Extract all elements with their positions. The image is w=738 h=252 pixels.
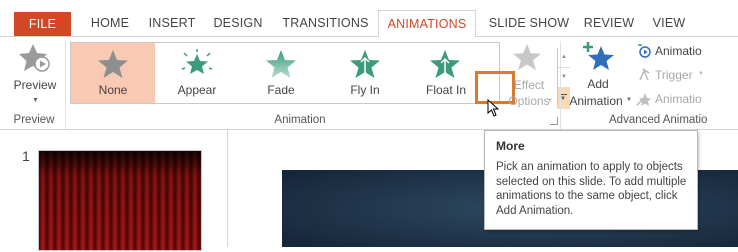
slide-number: 1 [22, 148, 30, 164]
curtain-thumbnail-image [39, 151, 201, 250]
group-label-advanced-animation: Advanced Animatio [609, 114, 708, 126]
tab-slide-show[interactable]: SLIDE SHOW [484, 10, 574, 36]
chevron-down-icon: ▼ [698, 71, 704, 77]
gallery-item-label: Fly In [350, 83, 380, 97]
star-fade-icon [266, 50, 296, 78]
ribbon: Preview ▼ Preview None Appear Fade Fly I… [0, 37, 738, 130]
dialog-launcher-icon[interactable] [550, 117, 558, 125]
add-animation-button[interactable]: Add Animation ▼ [564, 41, 632, 111]
animation-pane-label: Animatio [655, 44, 702, 58]
animation-pane-button[interactable]: Animatio [636, 42, 736, 60]
ribbon-tab-bar: FILE HOME INSERT DESIGN TRANSITIONS ANIM… [0, 0, 738, 38]
group-label-animation: Animation [274, 114, 326, 126]
add-animation-label-1: Add [587, 77, 609, 91]
gallery-item-none[interactable]: None [71, 43, 155, 103]
effect-options-button[interactable]: Effect Options [502, 42, 552, 110]
gallery-item-float-in[interactable]: Float In [407, 43, 485, 103]
animation-painter-button[interactable]: Animatio [636, 90, 736, 108]
tooltip-body: Pick an animation to apply to objects se… [496, 161, 687, 217]
animation-painter-label: Animatio [655, 92, 702, 106]
star-none-icon [98, 50, 128, 78]
add-animation-label-2: Animation [569, 94, 623, 108]
tab-review[interactable]: REVIEW [580, 10, 638, 36]
more-tooltip: More Pick an animation to apply to objec… [484, 130, 698, 230]
star-fly-in-icon [350, 50, 380, 78]
tab-design[interactable]: DESIGN [208, 10, 268, 36]
tab-insert[interactable]: INSERT [141, 10, 203, 36]
divider [65, 41, 66, 129]
tooltip-title: More [496, 139, 525, 153]
tab-file[interactable]: FILE [14, 12, 71, 36]
preview-button[interactable]: Preview ▼ [10, 42, 60, 110]
gallery-item-fade[interactable]: Fade [239, 43, 323, 103]
gallery-item-label: Appear [177, 83, 217, 97]
add-animation-icon [583, 42, 614, 70]
animation-gallery: None Appear Fade Fly In Float In ▲ ▼ ▼ [70, 42, 570, 109]
effect-options-label-1: Effect [513, 78, 545, 92]
animation-painter-icon [636, 93, 651, 106]
gallery-item-label: Fade [267, 83, 295, 97]
gallery-item-appear[interactable]: Appear [155, 43, 239, 103]
trigger-button[interactable]: Trigger ▼ [636, 66, 736, 84]
star-appear-icon [181, 49, 213, 74]
divider [560, 41, 561, 129]
group-label-preview: Preview [13, 114, 55, 126]
preview-star-icon [19, 44, 50, 72]
gallery-item-label: None [98, 83, 128, 97]
chevron-down-icon: ▼ [626, 97, 632, 103]
gallery-item-fly-in[interactable]: Fly In [323, 43, 407, 103]
trigger-label: Trigger [655, 68, 693, 82]
tab-view[interactable]: VIEW [645, 10, 693, 36]
trigger-icon [639, 68, 650, 81]
pane-divider [227, 130, 228, 247]
preview-label: Preview [13, 78, 57, 92]
star-effect-icon [513, 43, 541, 71]
chevron-down-icon: ▼ [32, 97, 39, 104]
mouse-pointer-icon [487, 99, 499, 117]
gallery-item-label: Float In [425, 83, 467, 97]
star-float-in-icon [430, 50, 460, 78]
tab-animations[interactable]: ANIMATIONS [378, 10, 476, 38]
slide-thumbnail[interactable] [38, 150, 202, 251]
tab-home[interactable]: HOME [84, 10, 136, 36]
animation-pane-icon [638, 44, 651, 58]
chevron-down-icon: ▼ [547, 98, 553, 104]
tab-transitions[interactable]: TRANSITIONS [278, 10, 373, 36]
